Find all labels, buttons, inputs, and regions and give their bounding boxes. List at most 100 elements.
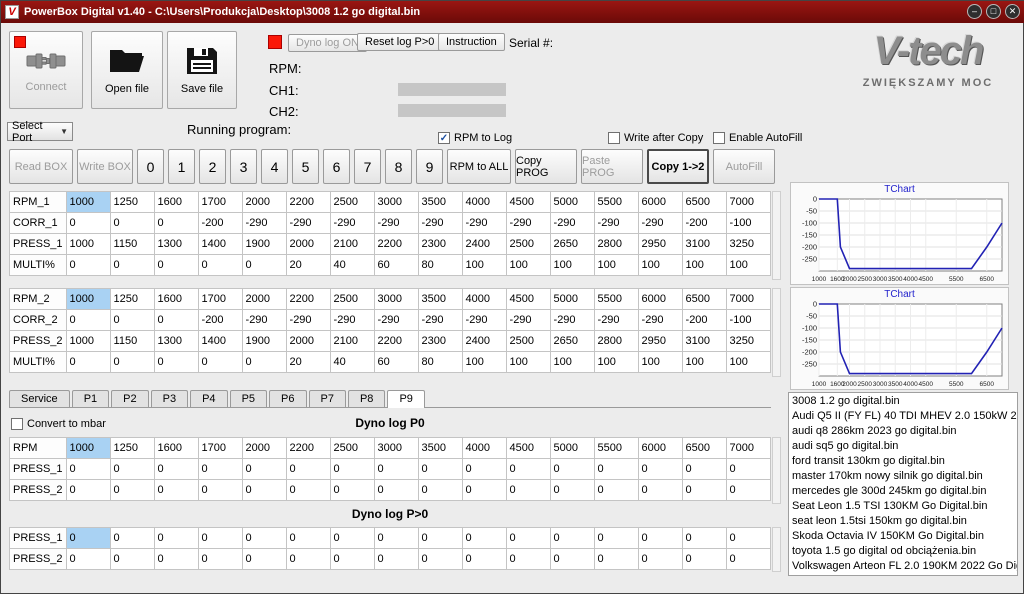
cell-rpm_2-5[interactable]: 2200 — [286, 289, 330, 310]
cell-press_1-12[interactable]: 0 — [594, 459, 638, 480]
cell-press_2-10[interactable]: 2500 — [506, 331, 550, 352]
cell-press_1-0[interactable]: 1000 — [66, 234, 110, 255]
cell-multi%-12[interactable]: 100 — [594, 352, 638, 373]
open-file-button[interactable]: Open file — [91, 31, 163, 109]
rpm-to-all-button[interactable]: RPM to ALL — [447, 149, 511, 184]
cell-press_2-3[interactable]: 1400 — [198, 331, 242, 352]
cell-press_1-1[interactable]: 1150 — [110, 234, 154, 255]
cell-press_1-15[interactable]: 3250 — [726, 234, 770, 255]
close-button[interactable]: ✕ — [1005, 4, 1020, 19]
cell-press_2-2[interactable]: 0 — [154, 480, 198, 501]
cell-corr_1-12[interactable]: -290 — [594, 213, 638, 234]
cell-press_2-2[interactable]: 1300 — [154, 331, 198, 352]
cell-corr_1-2[interactable]: 0 — [154, 213, 198, 234]
digit-button-6[interactable]: 6 — [323, 149, 350, 184]
cell-press_2-7[interactable]: 2200 — [374, 331, 418, 352]
cell-press_2-4[interactable]: 1900 — [242, 331, 286, 352]
digit-button-9[interactable]: 9 — [416, 149, 443, 184]
cell-multi%-12[interactable]: 100 — [594, 255, 638, 276]
cell-corr_1-3[interactable]: -200 — [198, 213, 242, 234]
cell-rpm_1-8[interactable]: 3500 — [418, 192, 462, 213]
cell-rpm_1-3[interactable]: 1700 — [198, 192, 242, 213]
cell-rpm_2-7[interactable]: 3000 — [374, 289, 418, 310]
digit-button-5[interactable]: 5 — [292, 149, 319, 184]
cell-corr_2-8[interactable]: -290 — [418, 310, 462, 331]
cell-press_1-8[interactable]: 2300 — [418, 234, 462, 255]
cell-press_1-12[interactable]: 0 — [594, 528, 638, 549]
cell-press_1-4[interactable]: 0 — [242, 459, 286, 480]
cell-press_1-11[interactable]: 0 — [550, 528, 594, 549]
file-list-item[interactable]: Audi Q5 II (FY FL) 40 TDI MHEV 2.0 150kW… — [789, 409, 1017, 424]
cell-rpm_2-11[interactable]: 5000 — [550, 289, 594, 310]
cell-rpm_1-4[interactable]: 2000 — [242, 192, 286, 213]
tab-p6[interactable]: P6 — [269, 390, 306, 407]
digit-button-3[interactable]: 3 — [230, 149, 257, 184]
cell-corr_2-14[interactable]: -200 — [682, 310, 726, 331]
cell-press_1-14[interactable]: 0 — [682, 459, 726, 480]
cell-multi%-14[interactable]: 100 — [682, 255, 726, 276]
cell-rpm_1-0[interactable]: 1000 — [66, 192, 110, 213]
tab-p4[interactable]: P4 — [190, 390, 227, 407]
cell-rpm_2-3[interactable]: 1700 — [198, 289, 242, 310]
cell-multi%-11[interactable]: 100 — [550, 255, 594, 276]
tab-p7[interactable]: P7 — [309, 390, 346, 407]
cell-corr_2-13[interactable]: -290 — [638, 310, 682, 331]
cell-multi%-13[interactable]: 100 — [638, 352, 682, 373]
cell-multi%-4[interactable]: 0 — [242, 255, 286, 276]
dyno-pgt0-scrollbar[interactable] — [772, 527, 781, 572]
cell-multi%-3[interactable]: 0 — [198, 255, 242, 276]
cell-rpm-3[interactable]: 1700 — [198, 438, 242, 459]
write-after-copy-checkbox[interactable]: Write after Copy — [608, 132, 703, 144]
cell-multi%-0[interactable]: 0 — [66, 255, 110, 276]
tab-p9[interactable]: P9 — [387, 390, 424, 408]
cell-multi%-6[interactable]: 40 — [330, 352, 374, 373]
cell-press_1-4[interactable]: 1900 — [242, 234, 286, 255]
cell-press_2-7[interactable]: 0 — [374, 480, 418, 501]
cell-press_2-9[interactable]: 0 — [462, 480, 506, 501]
enable-autofill-checkbox[interactable]: Enable AutoFill — [713, 132, 802, 144]
select-port-dropdown[interactable]: Select Port ▼ — [7, 122, 73, 141]
cell-press_2-4[interactable]: 0 — [242, 549, 286, 570]
cell-rpm-8[interactable]: 3500 — [418, 438, 462, 459]
cell-corr_2-0[interactable]: 0 — [66, 310, 110, 331]
cell-press_2-12[interactable]: 0 — [594, 549, 638, 570]
cell-rpm_1-6[interactable]: 2500 — [330, 192, 374, 213]
cell-corr_1-5[interactable]: -290 — [286, 213, 330, 234]
cell-press_2-2[interactable]: 0 — [154, 549, 198, 570]
tab-p5[interactable]: P5 — [230, 390, 267, 407]
cell-press_2-5[interactable]: 2000 — [286, 331, 330, 352]
tab-p2[interactable]: P2 — [111, 390, 148, 407]
cell-press_1-11[interactable]: 0 — [550, 459, 594, 480]
cell-corr_1-0[interactable]: 0 — [66, 213, 110, 234]
digit-button-4[interactable]: 4 — [261, 149, 288, 184]
cell-multi%-9[interactable]: 100 — [462, 255, 506, 276]
cell-rpm_2-1[interactable]: 1250 — [110, 289, 154, 310]
cell-rpm-2[interactable]: 1600 — [154, 438, 198, 459]
file-list[interactable]: 3008 1.2 go digital.binAudi Q5 II (FY FL… — [788, 392, 1018, 576]
cell-multi%-0[interactable]: 0 — [66, 352, 110, 373]
cell-press_1-7[interactable]: 0 — [374, 459, 418, 480]
digit-button-0[interactable]: 0 — [137, 149, 164, 184]
cell-press_1-6[interactable]: 0 — [330, 459, 374, 480]
cell-press_2-5[interactable]: 0 — [286, 480, 330, 501]
rpm-to-log-checkbox-box[interactable]: ✓ — [438, 132, 450, 144]
cell-rpm_2-2[interactable]: 1600 — [154, 289, 198, 310]
cell-press_1-6[interactable]: 0 — [330, 528, 374, 549]
cell-rpm_1-5[interactable]: 2200 — [286, 192, 330, 213]
cell-multi%-14[interactable]: 100 — [682, 352, 726, 373]
cell-corr_2-4[interactable]: -290 — [242, 310, 286, 331]
cell-press_2-14[interactable]: 0 — [682, 480, 726, 501]
tab-service[interactable]: Service — [9, 390, 70, 407]
cell-multi%-1[interactable]: 0 — [110, 352, 154, 373]
minimize-button[interactable]: – — [967, 4, 982, 19]
cell-press_1-12[interactable]: 2800 — [594, 234, 638, 255]
dyno-p0-scrollbar[interactable] — [772, 437, 781, 504]
cell-press_2-8[interactable]: 0 — [418, 549, 462, 570]
file-list-item[interactable]: audi q8 286km 2023 go digital.bin — [789, 424, 1017, 439]
file-list-item[interactable]: 3008 1.2 go digital.bin — [789, 394, 1017, 409]
cell-rpm_2-9[interactable]: 4000 — [462, 289, 506, 310]
cell-press_2-10[interactable]: 0 — [506, 480, 550, 501]
cell-rpm_1-11[interactable]: 5000 — [550, 192, 594, 213]
cell-press_1-1[interactable]: 0 — [110, 459, 154, 480]
cell-corr_1-11[interactable]: -290 — [550, 213, 594, 234]
